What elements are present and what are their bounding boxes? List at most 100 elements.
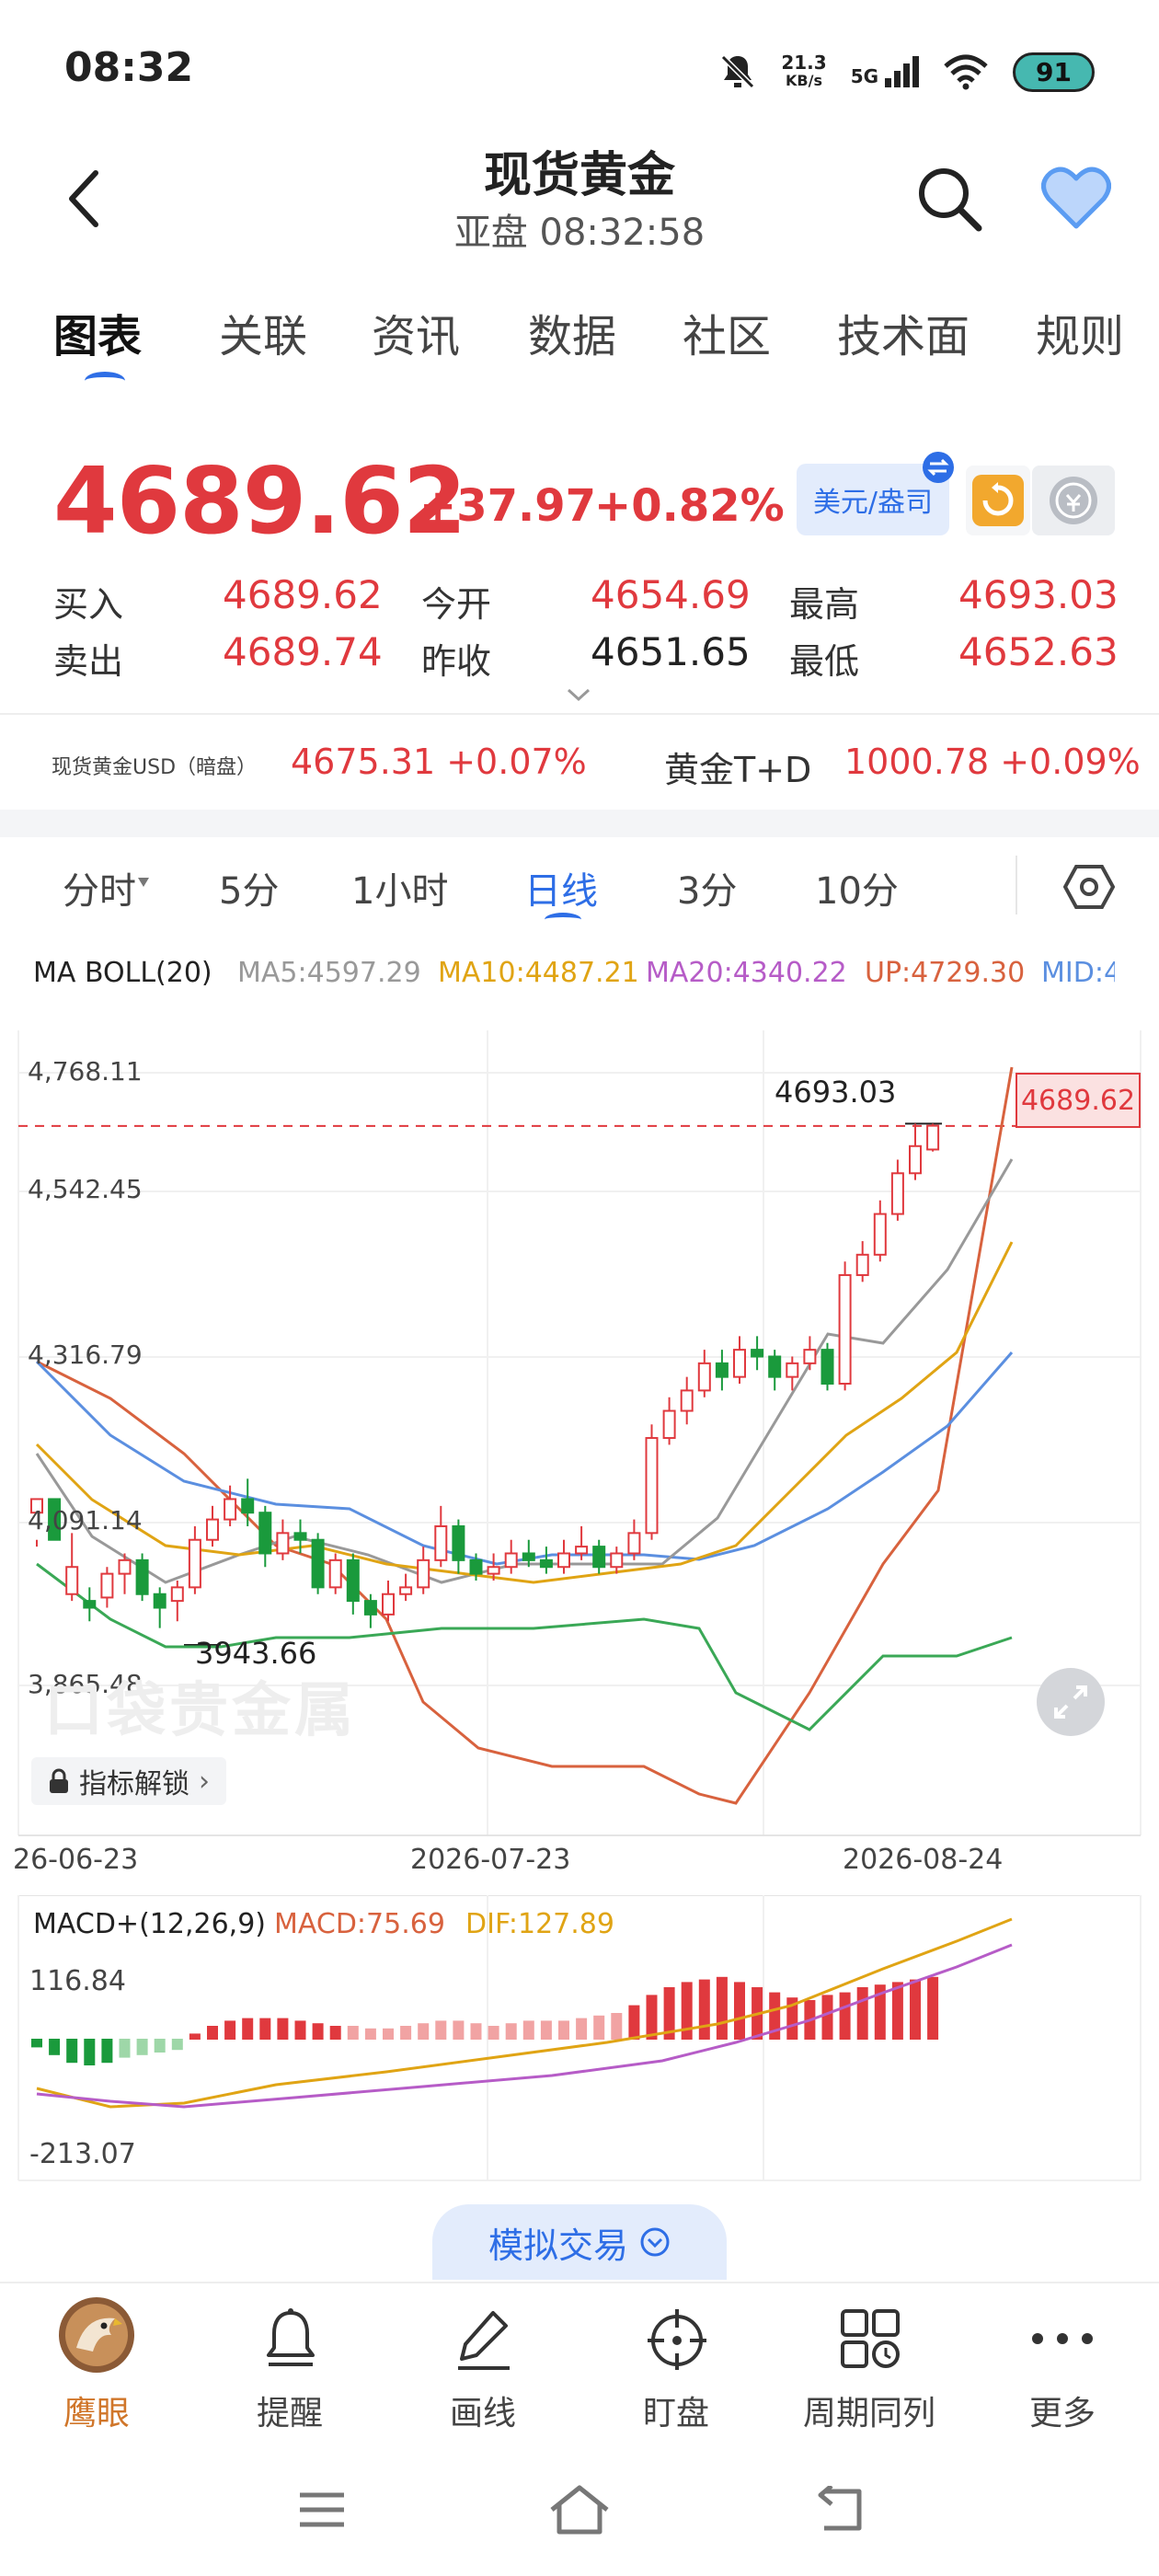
tab-chart[interactable]: 图表 bbox=[53, 300, 142, 364]
macd-bar bbox=[734, 1982, 745, 2040]
prev-close-price: 4651.65 bbox=[591, 629, 751, 674]
bottom-toolbar: 鹰眼 提醒 画线 盯盘 周期同列 更多 bbox=[0, 2282, 1159, 2467]
back-system-icon[interactable] bbox=[811, 2486, 866, 2534]
low-price: 4652.63 bbox=[958, 629, 1119, 674]
nav-eagle-eye[interactable]: 鹰眼 bbox=[0, 2283, 193, 2467]
candle bbox=[487, 1566, 500, 1575]
high-price: 4693.03 bbox=[958, 572, 1119, 617]
pencil-icon bbox=[458, 2311, 510, 2370]
candle bbox=[504, 1552, 518, 1569]
currency-exchange-icon[interactable] bbox=[1032, 466, 1115, 535]
nav-period-compare[interactable]: 周期同列 bbox=[773, 2283, 966, 2467]
candle bbox=[188, 1538, 201, 1589]
tab-technical[interactable]: 技术面 bbox=[837, 300, 970, 364]
tab-community[interactable]: 社区 bbox=[683, 300, 771, 364]
settings-hexagon-icon[interactable] bbox=[1063, 863, 1115, 911]
eagle-avatar-icon bbox=[59, 2297, 134, 2373]
home-icon[interactable] bbox=[548, 2484, 611, 2536]
search-icon[interactable] bbox=[914, 164, 984, 234]
tab-rules[interactable]: 规则 bbox=[1036, 300, 1124, 364]
macd-bar bbox=[628, 2005, 640, 2040]
macd-bar bbox=[453, 2020, 465, 2040]
candle bbox=[293, 1532, 307, 1541]
sell-price: 4689.74 bbox=[223, 629, 383, 674]
candle bbox=[909, 1144, 922, 1175]
gold-td-value: 1000.78 +0.09% bbox=[844, 742, 1141, 782]
open-label: 今开 bbox=[421, 584, 492, 625]
period-tab-1h[interactable]: 1小时 bbox=[351, 861, 448, 914]
tab-related[interactable]: 关联 bbox=[219, 300, 307, 364]
menu-icon[interactable] bbox=[296, 2490, 348, 2530]
y-tick: 4,768.11 bbox=[28, 1056, 143, 1087]
grid-clock-icon bbox=[841, 2309, 900, 2368]
simulated-trade-button[interactable]: 模拟交易 bbox=[432, 2204, 727, 2280]
macd-bar bbox=[224, 2020, 236, 2040]
candle bbox=[346, 1558, 360, 1603]
candle bbox=[838, 1273, 852, 1386]
candle bbox=[926, 1124, 940, 1151]
period-tab-10min[interactable]: 10分 bbox=[815, 861, 899, 914]
unlock-indicators-button[interactable]: 指标解锁 › bbox=[31, 1757, 226, 1805]
candle bbox=[522, 1552, 535, 1561]
macd-bar bbox=[66, 2039, 78, 2064]
wifi-icon bbox=[944, 54, 988, 90]
candle bbox=[697, 1362, 711, 1392]
candle bbox=[469, 1558, 483, 1575]
replay-icon[interactable] bbox=[966, 466, 1030, 535]
period-tab-intraday[interactable]: 分时 bbox=[63, 861, 136, 914]
candle bbox=[715, 1362, 729, 1378]
candle bbox=[276, 1532, 290, 1555]
candle bbox=[733, 1349, 746, 1378]
candle bbox=[786, 1362, 799, 1378]
candle bbox=[855, 1253, 869, 1276]
candle bbox=[627, 1532, 641, 1555]
nav-draw-line[interactable]: 画线 bbox=[386, 2283, 580, 2467]
fullscreen-icon[interactable] bbox=[1036, 1667, 1106, 1737]
macd-bar bbox=[470, 2023, 482, 2040]
status-time: 08:32 bbox=[64, 44, 194, 91]
nav-watch[interactable]: 盯盘 bbox=[580, 2283, 773, 2467]
prev-close-label: 昨收 bbox=[421, 641, 492, 682]
tab-data[interactable]: 数据 bbox=[528, 300, 616, 364]
divider bbox=[1016, 856, 1017, 914]
candle bbox=[100, 1572, 114, 1599]
candle bbox=[610, 1552, 624, 1569]
expand-chevron-icon[interactable] bbox=[565, 686, 592, 703]
x-tick: 2026-08-24 bbox=[843, 1844, 1004, 1876]
favorite-heart-icon[interactable] bbox=[1041, 166, 1111, 230]
x-tick: 2026-07-23 bbox=[410, 1844, 571, 1876]
nav-alert[interactable]: 提醒 bbox=[193, 2283, 386, 2467]
x-tick: 26-06-23 bbox=[13, 1844, 139, 1876]
macd-bar bbox=[540, 2020, 552, 2040]
macd-bar bbox=[611, 2013, 623, 2040]
y-tick: 4,316.79 bbox=[28, 1340, 143, 1370]
candle bbox=[241, 1498, 255, 1514]
macd-bar bbox=[49, 2039, 61, 2055]
buy-price: 4689.62 bbox=[223, 572, 383, 617]
macd-bar bbox=[189, 2033, 201, 2040]
macd-bar bbox=[277, 2018, 289, 2040]
macd-bar bbox=[576, 2018, 588, 2040]
macd-bar bbox=[488, 2026, 499, 2040]
candle bbox=[224, 1498, 237, 1521]
switch-arrows-icon bbox=[923, 452, 954, 483]
period-tab-daily[interactable]: 日线 bbox=[524, 861, 598, 914]
candle bbox=[434, 1524, 448, 1561]
macd-bar bbox=[31, 2039, 42, 2048]
sell-label: 卖出 bbox=[53, 641, 124, 682]
watermark-logo: 口袋贵金属 bbox=[44, 1677, 357, 1745]
candle bbox=[399, 1586, 413, 1595]
macd-bar bbox=[364, 2028, 376, 2040]
macd-bar bbox=[329, 2026, 341, 2040]
candle bbox=[170, 1586, 184, 1603]
nav-more[interactable]: 更多 bbox=[966, 2283, 1159, 2467]
period-tab-3min[interactable]: 3分 bbox=[677, 861, 737, 914]
price-change: +37.97 bbox=[419, 480, 597, 532]
dark-pool-value: 4675.31 +0.07% bbox=[291, 742, 587, 782]
dropdown-caret-icon bbox=[138, 878, 149, 887]
tab-news[interactable]: 资讯 bbox=[372, 300, 460, 364]
macd-bar bbox=[101, 2039, 113, 2064]
candle bbox=[803, 1349, 817, 1364]
macd-bar bbox=[294, 2020, 306, 2040]
period-tab-5min[interactable]: 5分 bbox=[219, 861, 279, 914]
